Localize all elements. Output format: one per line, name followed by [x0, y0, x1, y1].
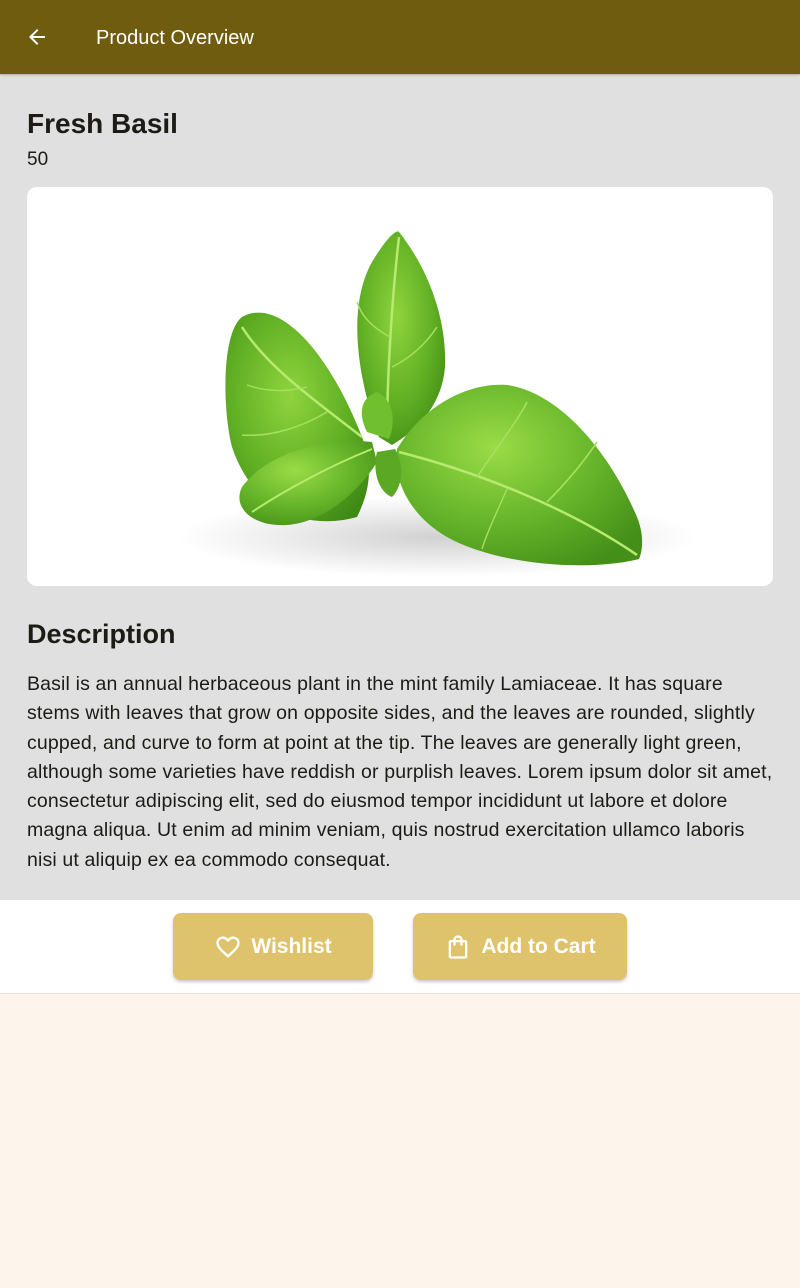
arrow-back-icon	[25, 25, 49, 49]
wishlist-label: Wishlist	[251, 934, 332, 958]
product-image	[177, 231, 697, 577]
bottom-action-bar: Wishlist Add to Cart	[0, 900, 800, 994]
product-image-card	[27, 187, 773, 586]
app-bar: Product Overview	[0, 0, 800, 74]
product-name: Fresh Basil	[27, 108, 178, 139]
back-button[interactable]	[16, 17, 58, 57]
product-overview-content: Fresh Basil 50 Description Basil is an a…	[0, 74, 800, 900]
description-text: Basil is an annual herbaceous plant in t…	[27, 673, 773, 871]
add-to-cart-button[interactable]: Add to Cart	[413, 913, 627, 980]
add-to-cart-label: Add to Cart	[481, 934, 596, 958]
description-heading: Description	[27, 619, 176, 649]
heart-outline-icon	[214, 933, 242, 961]
product-price: 50	[27, 149, 49, 170]
page-title: Product Overview	[96, 27, 254, 49]
wishlist-button[interactable]: Wishlist	[173, 913, 373, 980]
shopping-bag-icon	[444, 933, 472, 961]
